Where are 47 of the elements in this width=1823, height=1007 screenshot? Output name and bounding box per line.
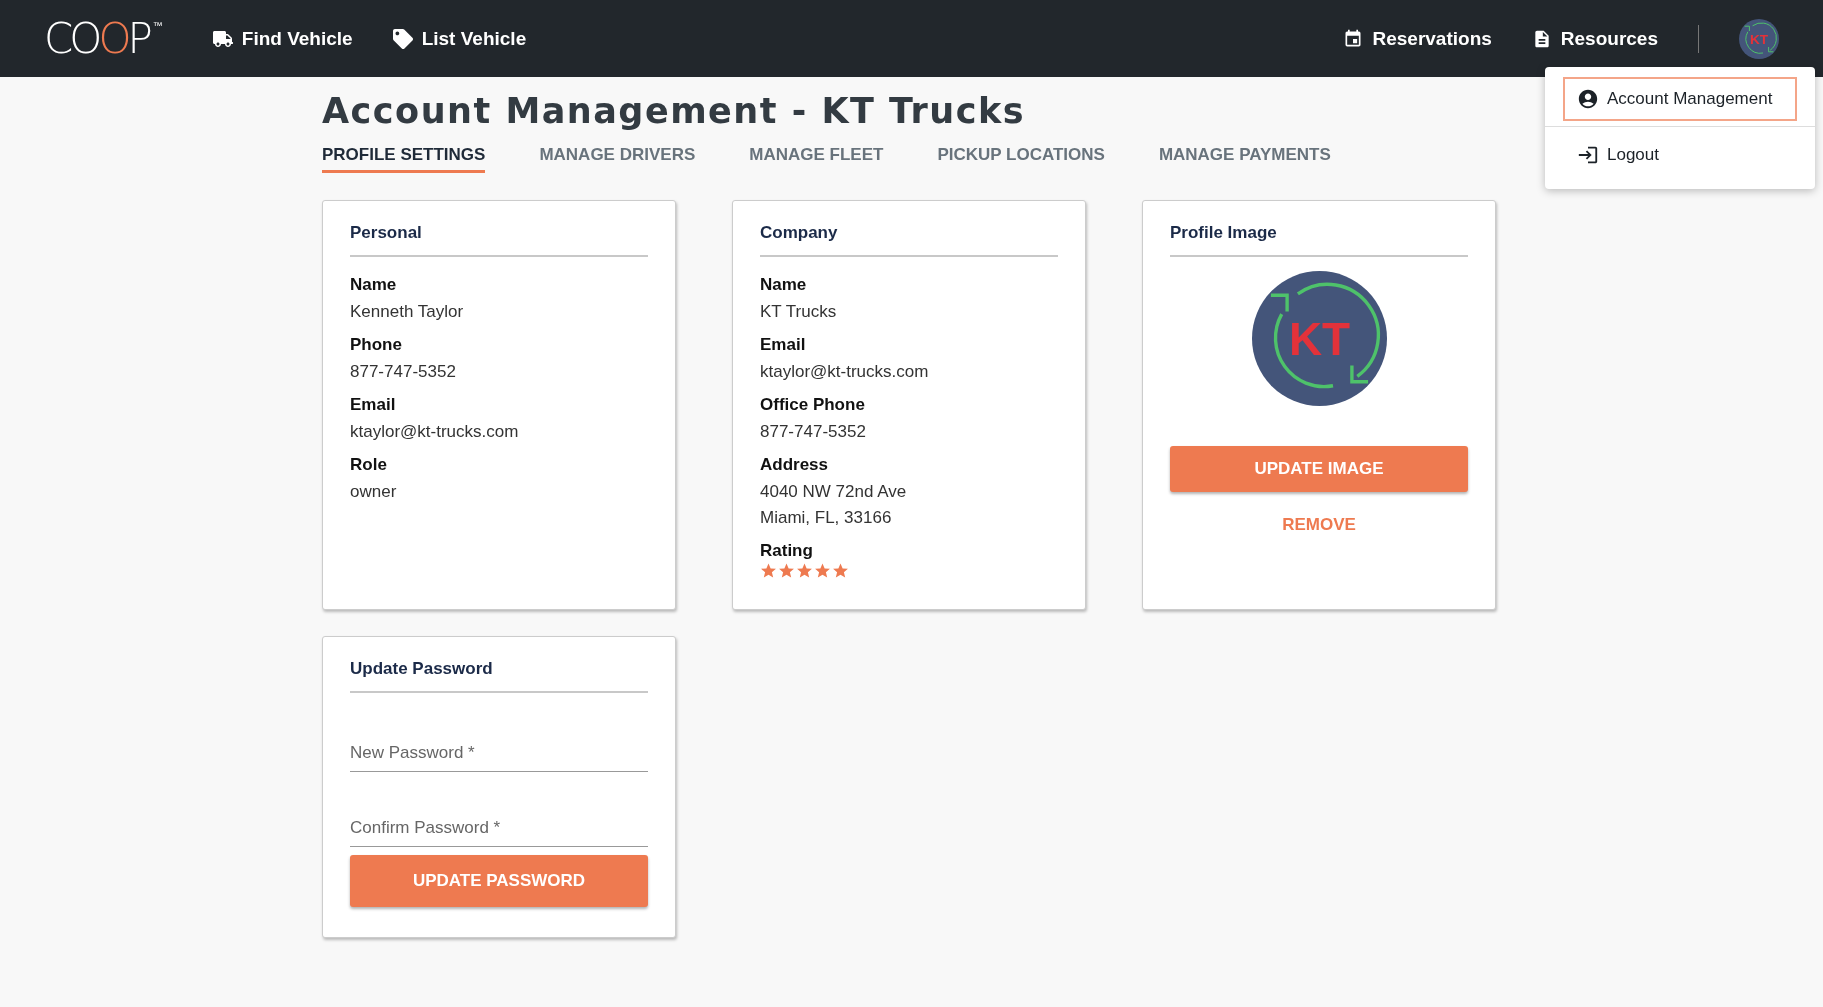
field-label: Office Phone (760, 395, 866, 415)
field-value: owner (350, 481, 398, 503)
field-value: KT Trucks (760, 301, 838, 323)
field-label: Role (350, 455, 388, 475)
field-label: Rating (760, 541, 814, 561)
tab[interactable]: PICKUP LOCATIONS (937, 145, 1105, 173)
nav-link[interactable]: Reservations (1343, 27, 1492, 50)
field-label: Phone (350, 335, 403, 355)
tag-icon (392, 28, 413, 49)
tab[interactable]: MANAGE PAYMENTS (1158, 145, 1331, 173)
star-icon (778, 562, 795, 579)
calendar-icon (1343, 28, 1364, 49)
field-label: Name (350, 275, 398, 295)
card-title: Personal (350, 223, 648, 257)
page-title: Account Management - KT Trucks (322, 91, 1026, 131)
field-label: Name (760, 275, 808, 295)
logout-icon (1577, 144, 1599, 166)
field-value: ktaylor@kt-trucks.com (760, 361, 930, 383)
menu-item[interactable]: Account Management (1563, 77, 1797, 121)
account-icon (1577, 88, 1599, 110)
nav-link[interactable]: List Vehicle (392, 27, 527, 50)
field-value: Kenneth Taylor (350, 301, 465, 323)
field-value: 877-747-5352 (760, 421, 867, 443)
truck-icon (212, 28, 233, 49)
password-field[interactable]: Confirm Password * (350, 812, 648, 847)
tab[interactable]: MANAGE DRIVERS (539, 145, 696, 173)
tab[interactable]: PROFILE SETTINGS (322, 145, 486, 173)
password-field[interactable]: New Password * (350, 737, 648, 772)
star-icon (760, 562, 777, 579)
star-icon (832, 562, 849, 579)
card-title: Company (760, 223, 1058, 257)
field-label: Address (760, 455, 830, 475)
card-title: Update Password (350, 659, 648, 693)
star-icon (796, 562, 813, 579)
logo[interactable]: COOP™ (44, 14, 163, 63)
profile-image: KT (1251, 271, 1387, 406)
card-title: Profile Image (1170, 223, 1468, 257)
tab[interactable]: MANAGE FLEET (749, 145, 884, 173)
menu-item[interactable]: Logout (1563, 133, 1797, 177)
field-value: 877-747-5352 (350, 361, 457, 383)
field-value: ktaylor@kt-trucks.com (350, 421, 520, 443)
field-label: Email (350, 395, 397, 415)
field-value: 4040 NW 72nd Ave Miami, FL, 33166 (760, 481, 908, 529)
field-label: Email (760, 335, 807, 355)
nav-link[interactable]: Find Vehicle (212, 27, 353, 50)
star-icon (814, 562, 831, 579)
nav-link[interactable]: Resources (1531, 27, 1658, 50)
